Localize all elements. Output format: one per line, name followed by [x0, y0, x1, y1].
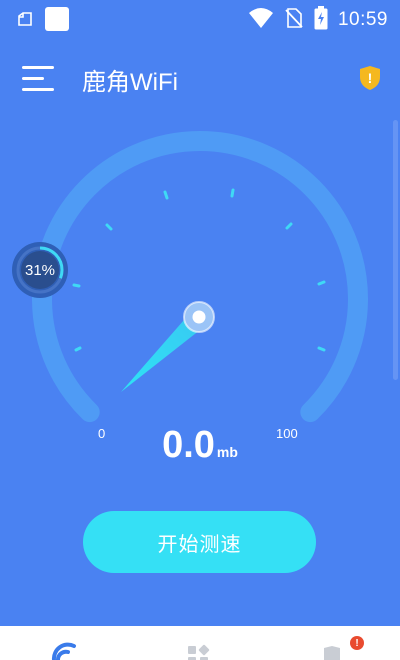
apps-tab-icon[interactable]: [180, 640, 220, 660]
app-screen: 10:59 鹿角WiFi ! 0 100 0.0 mb 31% 开始测速 !: [0, 0, 400, 660]
wifi-tab-icon[interactable]: [46, 640, 86, 660]
files-icon: [16, 10, 34, 32]
no-sim-icon: [284, 7, 304, 33]
hamburger-menu-icon[interactable]: [22, 60, 60, 96]
nav-notification-badge: !: [350, 636, 364, 650]
status-left: [16, 6, 70, 36]
page-title: 鹿角WiFi: [82, 69, 178, 96]
progress-label: 31%: [24, 261, 56, 279]
progress-badge[interactable]: 31%: [11, 241, 69, 299]
notification-square-icon: [44, 6, 70, 36]
status-time: 10:59: [337, 9, 388, 30]
start-speed-test-button[interactable]: 开始测速: [83, 511, 316, 573]
bottom-nav: !: [0, 626, 400, 660]
shield-badge: !: [368, 70, 373, 86]
battery-charging-icon: [314, 6, 328, 34]
status-bar: 10:59: [0, 0, 400, 36]
wifi-icon: [248, 7, 274, 33]
status-right: 10:59: [248, 6, 388, 34]
speed-readout: 0.0 mb: [0, 424, 400, 467]
app-header: 鹿角WiFi !: [0, 52, 400, 104]
shield-warning-icon[interactable]: !: [358, 65, 382, 91]
gauge-arc: [32, 130, 368, 423]
speed-value: 0.0: [162, 424, 215, 466]
speed-unit: mb: [216, 444, 238, 460]
